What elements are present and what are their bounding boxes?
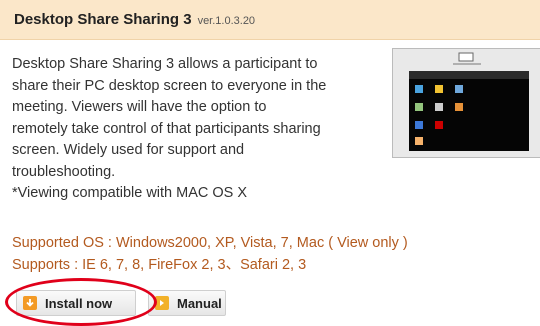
description-line: meeting. Viewers will have the option to <box>12 99 267 115</box>
screenshot-thumbnail <box>392 48 540 160</box>
product-title: Desktop Share Sharing 3 ver.1.0.3.20 <box>14 11 255 28</box>
description-line: remotely take control of that participan… <box>12 120 321 137</box>
manual-doc-icon <box>155 296 169 310</box>
thumbnail-tabbar <box>409 71 529 79</box>
description-line: share their PC desktop screen to everyon… <box>12 77 327 94</box>
install-now-label: Install now <box>45 295 113 311</box>
manual-button[interactable]: Manual <box>148 290 226 316</box>
thumbnail-toolbar <box>453 52 481 65</box>
thumbnail-desktop <box>409 79 529 151</box>
product-version: ver.1.0.3.20 <box>197 15 256 27</box>
compatibility-info: Supported OS : Windows2000, XP, Vista, 7… <box>12 232 408 276</box>
product-name: Desktop Share Sharing 3 <box>14 11 192 28</box>
thumbnail-frame <box>392 48 540 158</box>
product-description: Desktop Share Sharing 3 allows a partici… <box>12 54 384 205</box>
supported-browsers: Supports : IE 6, 7, 8, FireFox 2, 3、Safa… <box>12 257 307 273</box>
description-line: screen. Widely used for support and <box>12 142 245 158</box>
description-line: *Viewing compatible with MAC OS X <box>12 185 248 201</box>
description-line: troubleshooting. <box>12 163 116 180</box>
product-header: Desktop Share Sharing 3 ver.1.0.3.20 <box>0 0 540 40</box>
manual-label: Manual <box>177 295 222 311</box>
install-now-button[interactable]: Install now <box>16 290 136 316</box>
supported-os: Supported OS : Windows2000, XP, Vista, 7… <box>12 235 408 251</box>
download-arrow-icon <box>23 296 37 310</box>
description-line: Desktop Share Sharing 3 allows a partici… <box>12 56 318 72</box>
